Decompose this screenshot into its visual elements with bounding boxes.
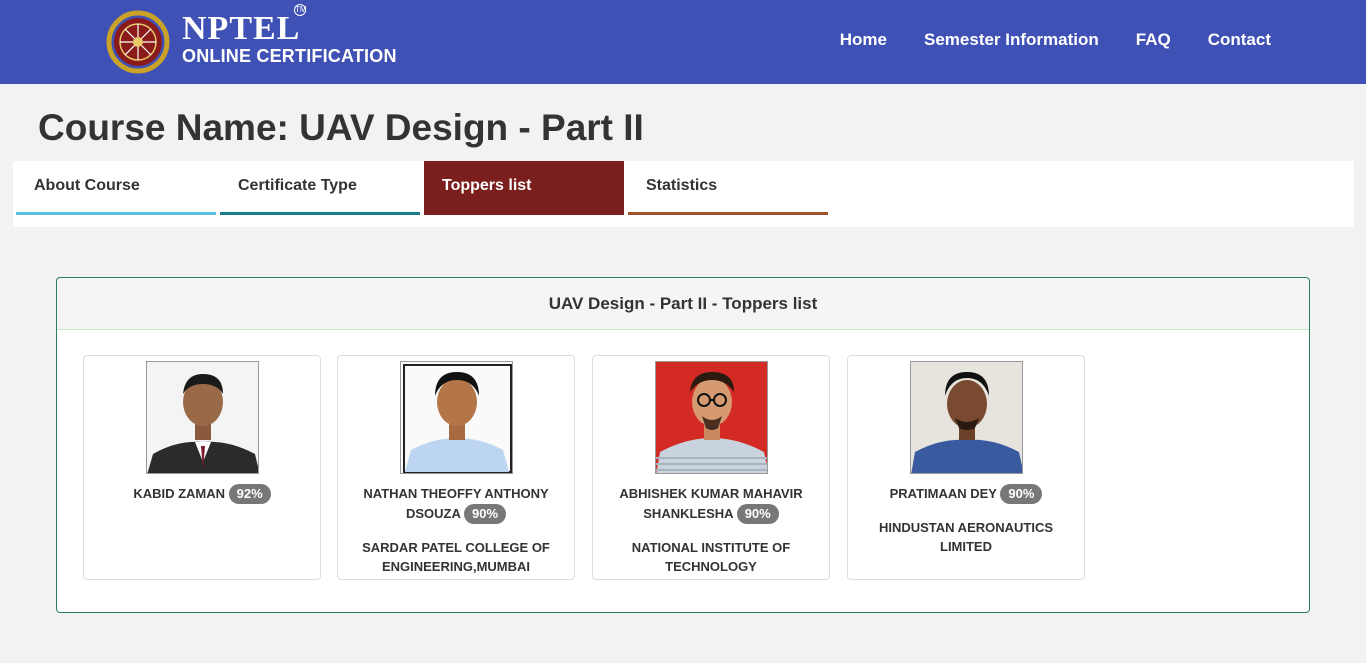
topper-card: ABHISHEK KUMAR MAHAVIR SHANKLESHA 90% NA…	[592, 355, 830, 580]
topper-photo	[400, 361, 513, 474]
topper-name: PRATIMAAN DEY 90%	[858, 484, 1074, 504]
score-badge: 90%	[1000, 484, 1043, 504]
topper-photo	[655, 361, 768, 474]
top-navbar: NPTEL TM ONLINE CERTIFICATION Home Semes…	[0, 0, 1366, 84]
score-badge: 92%	[228, 484, 271, 504]
topper-institution: HINDUSTAN AERONAUTICS LIMITED	[878, 520, 1054, 554]
topper-card: KABID ZAMAN 92%	[83, 355, 321, 580]
tab-statistics[interactable]: Statistics	[628, 161, 828, 215]
logo-title: NPTEL	[182, 10, 301, 47]
course-tabs: About Course Certificate Type Toppers li…	[13, 161, 1354, 227]
score-badge: 90%	[464, 504, 507, 524]
topper-name: KABID ZAMAN 92%	[94, 484, 310, 504]
toppers-panel: UAV Design - Part II - Toppers list KABI…	[56, 277, 1310, 613]
topper-institution: SARDAR PATEL COLLEGE OF ENGINEERING,MUMB…	[362, 540, 550, 574]
tab-toppers-list[interactable]: Toppers list	[424, 161, 624, 215]
topper-name-text: KABID ZAMAN	[133, 486, 226, 501]
nav-home-link[interactable]: Home	[840, 30, 887, 50]
topper-name: ABHISHEK KUMAR MAHAVIR SHANKLESHA 90%	[603, 484, 819, 524]
topper-name-text: NATHAN THEOFFY ANTHONY DSOUZA	[363, 486, 549, 521]
topper-name: NATHAN THEOFFY ANTHONY DSOUZA 90%	[348, 484, 564, 524]
score-badge: 90%	[736, 504, 779, 524]
tab-certificate-type[interactable]: Certificate Type	[220, 161, 420, 215]
nav-contact-link[interactable]: Contact	[1208, 30, 1271, 50]
trademark-mark: TM	[294, 4, 307, 16]
nav-faq-link[interactable]: FAQ	[1136, 30, 1171, 50]
topper-card: PRATIMAAN DEY 90% HINDUSTAN AERONAUTICS …	[847, 355, 1085, 580]
nptel-logo[interactable]: NPTEL TM ONLINE CERTIFICATION	[106, 4, 406, 76]
logo-subtitle: ONLINE CERTIFICATION	[182, 46, 397, 66]
topper-card: NATHAN THEOFFY ANTHONY DSOUZA 90% SARDAR…	[337, 355, 575, 580]
panel-title: UAV Design - Part II - Toppers list	[57, 278, 1309, 330]
topper-photo	[910, 361, 1023, 474]
nptel-emblem-icon	[106, 10, 170, 74]
page-title: Course Name: UAV Design - Part II	[38, 107, 644, 148]
nav-semester-info-link[interactable]: Semester Information	[924, 30, 1099, 50]
topper-name-text: PRATIMAAN DEY	[889, 486, 997, 501]
main-nav: Home Semester Information FAQ Contact	[803, 30, 1271, 50]
topper-photo	[146, 361, 259, 474]
tab-about-course[interactable]: About Course	[16, 161, 216, 215]
topper-institution: NATIONAL INSTITUTE OF TECHNOLOGY	[631, 540, 791, 574]
